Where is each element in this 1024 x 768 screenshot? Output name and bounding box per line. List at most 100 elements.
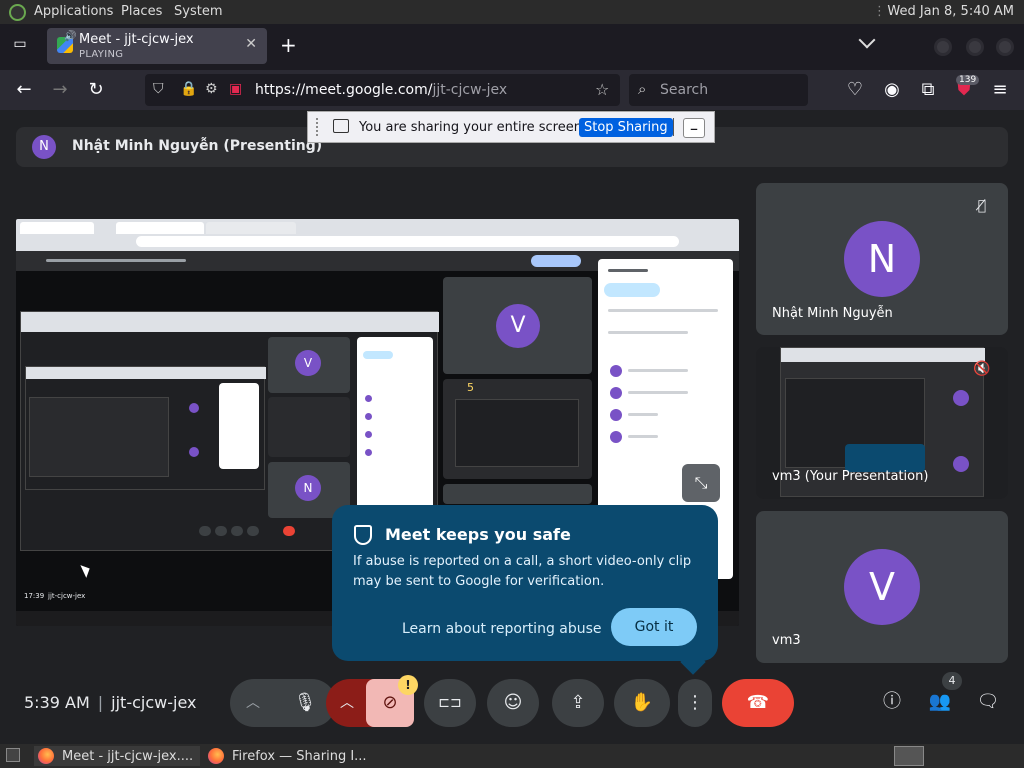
screen-share-indicator-icon[interactable]: ▣: [229, 81, 242, 97]
nested-tile-n-avatar: N: [295, 475, 321, 501]
shared-participant-line: [628, 413, 658, 416]
lock-icon[interactable]: 🔒: [180, 81, 197, 97]
sharing-divider: [673, 118, 674, 136]
minimize-indicator-button[interactable]: _: [683, 117, 705, 138]
popup-title: Meet keeps you safe: [385, 525, 571, 544]
minimize-window-button[interactable]: [934, 38, 952, 56]
list-all-tabs-icon[interactable]: [858, 31, 876, 49]
participant-avatar: N: [844, 221, 920, 297]
captions-button[interactable]: ⊏⊐: [424, 679, 476, 727]
extensions-icon[interactable]: ⧉: [916, 79, 940, 100]
show-desktop-icon[interactable]: [6, 748, 20, 762]
shared-browser-chrome: [16, 219, 739, 251]
browser-tab-meet[interactable]: 🔊 Meet - jjt-cjcw-jex PLAYING ✕: [47, 28, 267, 64]
firefox-icon: [38, 748, 54, 764]
preview-avatar: [953, 390, 969, 406]
browser-navigation-bar: ← → ↻ ⛉ 🔒 ⚙ ▣ https://meet.google.com/jj…: [0, 70, 1024, 110]
nested-end-call: [283, 526, 295, 536]
new-tab-button[interactable]: +: [280, 33, 297, 57]
chat-icon[interactable]: 🗨: [975, 689, 1001, 715]
stop-sharing-button[interactable]: Stop Sharing: [579, 118, 673, 137]
shared-tile-partial: [443, 484, 592, 504]
tab-playing-status: PLAYING: [79, 49, 124, 60]
nested-chrome-2: [26, 367, 266, 379]
forward-arrow-icon[interactable]: →: [48, 79, 72, 100]
participant-name: Nhật Minh Nguyễn: [772, 306, 893, 321]
shared-add-people-pill: [604, 283, 660, 297]
applications-menu[interactable]: Applications: [34, 4, 113, 19]
shared-tab: [20, 222, 94, 234]
got-it-button[interactable]: Got it: [611, 608, 697, 646]
nested-tile-v: V: [268, 337, 350, 393]
system-menu[interactable]: System: [174, 4, 222, 19]
microphone-button[interactable]: 🎙: [281, 679, 329, 727]
emoji-reactions-button[interactable]: ☺: [487, 679, 539, 727]
reload-icon[interactable]: ↻: [84, 79, 108, 100]
nested-avatar: [189, 403, 199, 413]
tracking-shield-icon[interactable]: ⛉: [153, 81, 164, 97]
shared-url-bar: [136, 236, 679, 247]
shared-presenting-text: [46, 259, 186, 262]
maximize-window-button[interactable]: [966, 38, 984, 56]
participant-avatar: V: [844, 549, 920, 625]
participant-tile-nhat[interactable]: 🎙̸ N Nhật Minh Nguyễn: [756, 183, 1008, 335]
bookmark-star-icon[interactable]: ☆: [595, 80, 609, 99]
preview-chrome: [781, 348, 985, 362]
workspace-switcher[interactable]: [894, 746, 924, 766]
places-menu[interactable]: Places: [121, 4, 162, 19]
pocket-icon[interactable]: ♡: [843, 79, 867, 100]
presenter-avatar: N: [32, 135, 56, 159]
shared-hand-count: 5: [467, 381, 474, 394]
shared-code-text: jjt-cjcw-jex: [48, 592, 86, 600]
participant-tile-vm3[interactable]: V vm3: [756, 511, 1008, 663]
drag-grip-icon[interactable]: [316, 118, 318, 136]
tab-title: Meet - jjt-cjcw-jex: [79, 32, 194, 47]
shared-mouse-cursor-icon: [80, 562, 93, 578]
nested-add-pill: [363, 351, 393, 359]
close-tab-icon[interactable]: ✕: [245, 36, 257, 52]
meeting-info-icon[interactable]: ⓘ: [879, 689, 905, 715]
mic-off-icon: 🎙̸: [977, 198, 987, 214]
taskbar-item-label: Meet - jjt-cjcw-jex....: [62, 749, 194, 764]
shared-participant-line: [628, 435, 658, 438]
shared-participant-dot: [610, 431, 622, 443]
search-placeholder: Search: [660, 82, 709, 98]
preview-avatar: [953, 456, 969, 472]
distro-logo-icon[interactable]: [9, 4, 26, 21]
system-taskbar: Meet - jjt-cjcw-jex.... Firefox — Sharin…: [0, 744, 1024, 768]
taskbar-item-firefox-sharing[interactable]: Firefox — Sharing I...: [204, 746, 374, 766]
people-count-badge: 4: [942, 672, 962, 690]
shared-tab: [206, 222, 296, 234]
firefox-icon: [208, 748, 224, 764]
tab-overview-icon[interactable]: ▭: [8, 36, 32, 52]
back-arrow-icon[interactable]: ←: [12, 79, 36, 100]
present-screen-button[interactable]: ⇪: [552, 679, 604, 727]
close-window-button[interactable]: [996, 38, 1014, 56]
leave-call-button[interactable]: ☎: [722, 679, 794, 727]
taskbar-item-label: Firefox — Sharing I...: [232, 749, 367, 764]
extension-badge-count: 139: [956, 75, 980, 85]
search-input[interactable]: ⌕ Search: [629, 74, 808, 106]
search-icon: ⌕: [638, 80, 647, 98]
panel-clock[interactable]: Wed Jan 8, 5:40 AM: [887, 4, 1014, 19]
people-icon[interactable]: 👥: [927, 689, 953, 715]
popup-body: If abuse is reported on a call, a short …: [353, 554, 692, 589]
menu-hamburger-icon[interactable]: ≡: [988, 79, 1012, 100]
nested-control: [199, 526, 211, 536]
shared-participant-line: [628, 391, 688, 394]
url-bar[interactable]: ⛉ 🔒 ⚙ ▣ https://meet.google.com/jjt-cjcw…: [145, 74, 620, 106]
raise-hand-button[interactable]: ✋: [614, 679, 670, 727]
audio-options-chevron-icon[interactable]: ︿: [246, 679, 260, 727]
video-options-chevron-icon[interactable]: ︿: [340, 679, 354, 727]
shared-tile-v-avatar: V: [496, 304, 540, 348]
taskbar-item-meet[interactable]: Meet - jjt-cjcw-jex....: [34, 746, 200, 766]
speaker-off-icon: 🔇: [973, 361, 991, 377]
speaker-playing-icon[interactable]: 🔊: [64, 31, 76, 42]
sharing-message: You are sharing your entire screen.: [359, 120, 587, 135]
more-options-button[interactable]: ⋮: [678, 679, 712, 727]
shared-panel-line: [608, 331, 688, 334]
learn-about-reporting-link[interactable]: Learn about reporting abuse: [402, 621, 602, 637]
participant-tile-presentation[interactable]: 🔇 vm3 (Your Presentation): [756, 347, 1008, 499]
account-icon[interactable]: ◉: [880, 79, 904, 100]
permissions-icon[interactable]: ⚙: [205, 81, 218, 97]
